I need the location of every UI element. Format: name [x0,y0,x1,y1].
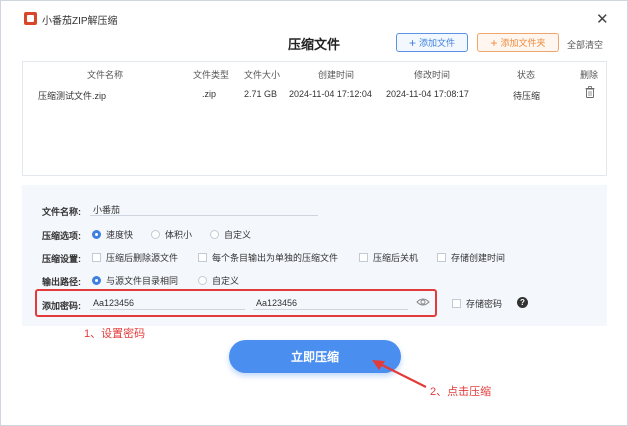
add-folder-button[interactable]: + 添加文件夹 [477,33,559,52]
checkbox-icon [198,253,207,262]
check-shutdown-label: 压缩后关机 [373,253,419,263]
col-header-delete: 删除 [580,70,599,80]
check-separate-archives[interactable]: 每个条目输出为单独的压缩文件 [198,251,338,264]
col-header-status: 状态 [517,70,536,80]
col-header-type: 文件类型 [193,70,230,80]
help-icon[interactable]: ? [517,297,528,308]
option-fast-label: 速度快 [106,230,134,240]
file-size: 2.71 GB [244,89,278,99]
radio-icon [210,230,219,239]
checkbox-icon [359,253,368,262]
output-custom[interactable]: 自定义 [198,274,239,287]
add-file-button[interactable]: + 添加文件 [396,33,468,52]
col-header-name: 文件名称 [87,70,124,80]
check-store-created-time[interactable]: 存储创建时间 [437,251,505,264]
trash-icon[interactable] [585,86,595,98]
close-icon[interactable]: ✕ [596,12,609,27]
annotation-arrow-icon [372,360,427,388]
file-name-label: 文件名称: [42,207,81,217]
page-title: 压缩文件 [288,37,341,52]
file-name: 压缩测试文件.zip [38,91,107,101]
option-small-label: 体积小 [165,230,193,240]
radio-checked-icon [92,276,101,285]
radio-checked-icon [92,230,101,239]
option-custom-label: 自定义 [224,230,252,240]
checkbox-icon [452,299,461,308]
option-fast[interactable]: 速度快 [92,228,133,241]
file-name-input[interactable]: 小番茄 [90,203,318,216]
col-header-modified: 修改时间 [414,70,451,80]
file-status: 待压缩 [513,91,541,101]
app-title: 小番茄ZIP解压缩 [42,16,118,27]
radio-icon [198,276,207,285]
output-same-dir-label: 与源文件目录相同 [106,276,179,286]
annotation-step1: 1、设置密码 [84,328,146,340]
app-logo-icon [24,12,37,25]
file-modified: 2024-11-04 17:08:17 [386,89,469,99]
option-custom[interactable]: 自定义 [210,228,251,241]
compress-settings-label: 压缩设置: [42,254,81,264]
store-password-label: 存储密码 [466,299,503,309]
col-header-created: 创建时间 [318,70,355,80]
check-separate-archives-label: 每个条目输出为单独的压缩文件 [212,253,339,263]
add-folder-label: 添加文件夹 [500,38,546,48]
radio-icon [151,230,160,239]
add-file-label: 添加文件 [419,38,456,48]
checkbox-icon [437,253,446,262]
check-store-created-time-label: 存储创建时间 [451,253,506,263]
check-shutdown[interactable]: 压缩后关机 [359,251,418,264]
check-delete-source-label: 压缩后删除源文件 [106,253,179,263]
store-password-checkbox[interactable]: 存储密码 [452,297,502,310]
col-header-size: 文件大小 [244,70,281,80]
password-highlight-box [35,289,437,317]
compress-options-label: 压缩选项: [42,231,81,241]
checkbox-icon [92,253,101,262]
plus-icon: + [490,35,498,50]
output-custom-label: 自定义 [212,276,240,286]
annotation-step2: 2、点击压缩 [430,386,492,398]
output-same-dir[interactable]: 与源文件目录相同 [92,274,178,287]
check-delete-source[interactable]: 压缩后删除源文件 [92,251,178,264]
file-type: .zip [202,89,217,99]
plus-icon: + [408,35,416,50]
file-table: 文件名称 文件类型 文件大小 创建时间 修改时间 状态 删除 压缩测试文件.zi… [22,61,607,176]
clear-all-button[interactable]: 全部清空 [567,38,603,51]
output-path-label: 输出路径: [42,277,81,287]
option-small[interactable]: 体积小 [151,228,192,241]
file-created: 2024-11-04 17:12:04 [289,89,372,99]
